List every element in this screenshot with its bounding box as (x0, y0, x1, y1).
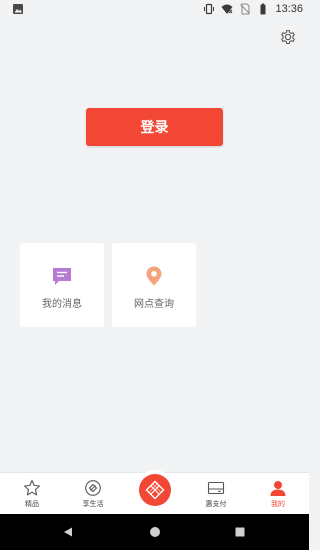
status-bar: 13:36 (0, 0, 309, 18)
battery-icon (260, 3, 266, 15)
back-button[interactable] (53, 514, 83, 550)
wifi-icon (221, 4, 233, 14)
recents-icon (235, 527, 245, 537)
center-button (139, 474, 171, 506)
status-time: 13:36 (275, 3, 303, 15)
vibrate-icon (204, 3, 215, 15)
tab-mine[interactable]: 我的 (263, 473, 293, 515)
home-icon (150, 527, 160, 537)
my-messages-card[interactable]: 我的消息 (20, 243, 104, 327)
center-diamond-icon (145, 480, 165, 500)
recents-button[interactable] (225, 514, 255, 550)
tab-enjoy-life[interactable]: 享生活 (76, 473, 110, 515)
compass-icon (85, 480, 101, 496)
gear-icon[interactable] (279, 28, 297, 46)
back-icon (64, 527, 72, 537)
user-icon (270, 481, 286, 496)
message-icon (53, 268, 71, 285)
login-button[interactable]: 登录 (86, 108, 223, 146)
outlet-search-card[interactable]: 网点查询 (112, 243, 196, 327)
login-button-label: 登录 (140, 119, 169, 135)
tab-featured[interactable]: 精品 (17, 473, 47, 515)
wallet-icon (207, 481, 225, 495)
location-pin-icon (146, 266, 162, 286)
tab-enjoy-life-label: 享生活 (82, 500, 104, 508)
home-button[interactable] (140, 514, 170, 550)
tab-mine-label: 我的 (271, 500, 285, 508)
system-nav-bar (0, 514, 309, 550)
no-sim-icon (240, 3, 251, 15)
tab-center[interactable] (135, 470, 175, 510)
tab-pay-label: 惠支付 (205, 500, 227, 508)
image-icon (13, 4, 23, 14)
star-icon (23, 479, 41, 496)
outlet-search-label: 网点查询 (134, 299, 174, 310)
my-messages-label: 我的消息 (42, 299, 82, 310)
tab-featured-label: 精品 (25, 500, 39, 508)
tab-pay[interactable]: 惠支付 (199, 473, 233, 515)
